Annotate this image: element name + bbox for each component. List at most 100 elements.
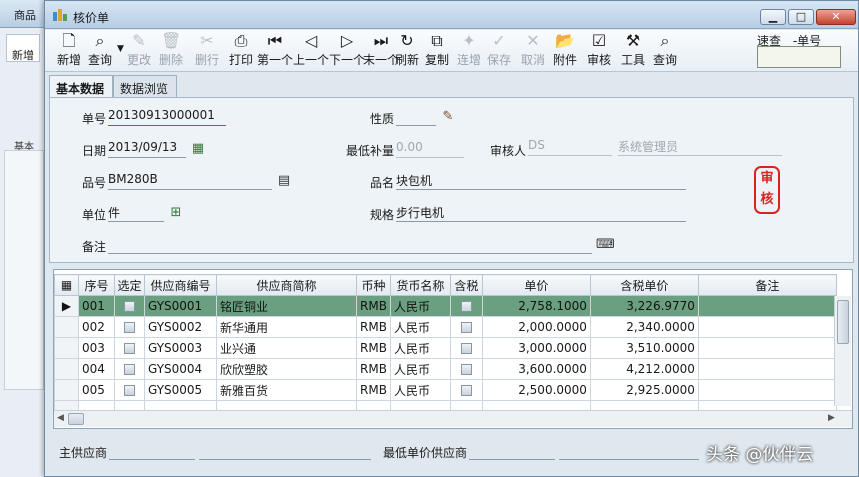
toolbar-button-18[interactable]: ⌕ 查询 bbox=[651, 32, 679, 70]
cell-cur_name[interactable]: 人民币 bbox=[389, 358, 451, 380]
cell-name[interactable]: 铭匠铜业 bbox=[216, 295, 357, 317]
cell-code[interactable]: GYS0001 bbox=[144, 295, 217, 317]
cell-remark[interactable] bbox=[697, 379, 837, 401]
col-supplier-code[interactable]: 供应商编号 bbox=[144, 274, 217, 296]
cell-remark[interactable] bbox=[697, 295, 837, 317]
cell-price[interactable]: 2,000.0000 bbox=[481, 316, 591, 338]
col-currency-name[interactable]: 货币名称 bbox=[389, 274, 451, 296]
cell-cur_name[interactable]: 人民币 bbox=[389, 379, 451, 401]
edit-note-icon[interactable]: ✎ bbox=[440, 109, 456, 125]
background-new-button[interactable]: 新增 bbox=[6, 34, 40, 62]
min-qty-field[interactable]: 0.00 bbox=[396, 140, 464, 158]
item-no-field[interactable]: BM280B bbox=[108, 172, 272, 190]
toolbar-button-14[interactable]: ✕ 取消 bbox=[519, 32, 547, 70]
main-supplier-code-field[interactable] bbox=[109, 442, 195, 460]
cell-seq[interactable]: 002 bbox=[78, 316, 115, 338]
remark-field[interactable] bbox=[108, 236, 592, 254]
order-no-field[interactable]: 20130913000001 bbox=[108, 108, 226, 126]
col-tax-unit-price[interactable]: 含税单价 bbox=[589, 274, 699, 296]
main-supplier-name-field[interactable] bbox=[199, 442, 371, 460]
lookup-icon[interactable]: ▤ bbox=[276, 173, 292, 189]
unit-field[interactable]: 件 bbox=[108, 204, 164, 222]
row-indicator[interactable] bbox=[54, 379, 79, 401]
tab-basic-data[interactable]: 基本数据 bbox=[49, 75, 113, 98]
checkbox[interactable] bbox=[460, 343, 472, 354]
table-row[interactable]: 002 GYS0002 新华通用 RMB 人民币 2,000.0000 2,340.0000 bbox=[54, 316, 837, 338]
cell-tax_price[interactable]: 2,925.0000 bbox=[589, 379, 699, 401]
checkbox[interactable] bbox=[460, 322, 472, 333]
cell-name[interactable]: 欣欣塑胶 bbox=[216, 358, 357, 380]
calendar-icon[interactable]: ▦ bbox=[190, 141, 206, 157]
cell-remark[interactable] bbox=[697, 316, 837, 338]
cell-code[interactable]: GYS0002 bbox=[144, 316, 217, 338]
unit-lookup-icon[interactable]: ⊞ bbox=[168, 205, 184, 221]
toolbar-button-15[interactable]: 📂 附件 bbox=[551, 32, 579, 70]
cell-price[interactable]: 2,758.1000 bbox=[481, 295, 591, 317]
cell-code[interactable]: GYS0004 bbox=[144, 358, 217, 380]
toolbar-button-0[interactable]: 🗋 新增 bbox=[55, 32, 83, 70]
row-indicator[interactable] bbox=[54, 358, 79, 380]
checkbox[interactable] bbox=[460, 301, 472, 312]
query-dropdown-icon[interactable]: ▼ bbox=[117, 44, 124, 54]
horizontal-scroll-thumb[interactable] bbox=[68, 413, 84, 425]
toolbar-button-8[interactable]: ▷ 下一个 bbox=[329, 32, 365, 70]
toolbar-button-11[interactable]: ⧉ 复制 bbox=[423, 32, 451, 70]
horizontal-scrollbar[interactable]: ◀ ▶ bbox=[54, 410, 852, 427]
col-currency[interactable]: 币种 bbox=[356, 274, 391, 296]
row-indicator[interactable]: ▶ bbox=[54, 295, 79, 317]
toolbar-button-2[interactable]: ✎ 更改 bbox=[125, 32, 153, 70]
col-seq[interactable]: 序号 bbox=[78, 274, 115, 296]
select-checkbox-cell[interactable] bbox=[114, 316, 145, 338]
toolbar-button-6[interactable]: ⏮ 第一个 bbox=[257, 32, 293, 70]
quick-search-input[interactable] bbox=[757, 46, 841, 68]
select-checkbox-cell[interactable] bbox=[114, 337, 145, 359]
tax-checkbox-cell[interactable] bbox=[449, 295, 483, 317]
tax-checkbox-cell[interactable] bbox=[449, 358, 483, 380]
toolbar-button-16[interactable]: ☑ 审核 bbox=[585, 32, 613, 70]
toolbar-button-17[interactable]: ⚒ 工具 bbox=[619, 32, 647, 70]
cell-price[interactable]: 3,600.0000 bbox=[481, 358, 591, 380]
cell-seq[interactable]: 003 bbox=[78, 337, 115, 359]
toolbar-button-12[interactable]: ✦ 连增 bbox=[455, 32, 483, 70]
toolbar-button-3[interactable]: 🗑 删除 bbox=[157, 32, 185, 70]
cell-cur_name[interactable]: 人民币 bbox=[389, 337, 451, 359]
cell-price[interactable]: 3,000.0000 bbox=[481, 337, 591, 359]
cell-seq[interactable]: 004 bbox=[78, 358, 115, 380]
scroll-left-arrow-icon[interactable]: ◀ bbox=[57, 413, 64, 423]
cell-remark[interactable] bbox=[697, 358, 837, 380]
checkbox[interactable] bbox=[124, 364, 135, 375]
tax-checkbox-cell[interactable] bbox=[449, 337, 483, 359]
table-row[interactable]: 003 GYS0003 业兴通 RMB 人民币 3,000.0000 3,510.0000 bbox=[54, 337, 837, 359]
cell-code[interactable]: GYS0005 bbox=[144, 379, 217, 401]
cell-name[interactable]: 业兴通 bbox=[216, 337, 357, 359]
checkbox[interactable] bbox=[460, 364, 472, 375]
nature-field[interactable] bbox=[396, 108, 436, 126]
toolbar-button-10[interactable]: ↻ 刷新 bbox=[393, 32, 421, 70]
close-button[interactable]: ✕ bbox=[816, 9, 856, 25]
select-checkbox-cell[interactable] bbox=[114, 295, 145, 317]
cell-seq[interactable]: 001 bbox=[78, 295, 115, 317]
col-supplier-name[interactable]: 供应商简称 bbox=[216, 274, 357, 296]
cell-cur_name[interactable]: 人民币 bbox=[389, 316, 451, 338]
cell-tax_price[interactable]: 3,510.0000 bbox=[589, 337, 699, 359]
cell-tax_price[interactable]: 3,226.9770 bbox=[589, 295, 699, 317]
minimize-button[interactable]: ▁ bbox=[760, 9, 786, 25]
maximize-button[interactable]: □ bbox=[788, 9, 814, 25]
cell-tax_price[interactable]: 4,212.0000 bbox=[589, 358, 699, 380]
toolbar-button-7[interactable]: ◁ 上一个 bbox=[293, 32, 329, 70]
select-checkbox-cell[interactable] bbox=[114, 379, 145, 401]
checkbox[interactable] bbox=[124, 301, 135, 312]
col-select[interactable]: 选定 bbox=[114, 274, 145, 296]
table-row[interactable]: 004 GYS0004 欣欣塑胶 RMB 人民币 3,600.0000 4,212.0000 bbox=[54, 358, 837, 380]
checkbox[interactable] bbox=[124, 343, 135, 354]
vertical-scrollbar[interactable] bbox=[834, 296, 851, 406]
cell-cur[interactable]: RMB bbox=[356, 358, 391, 380]
cell-seq[interactable]: 005 bbox=[78, 379, 115, 401]
vertical-scroll-thumb[interactable] bbox=[837, 300, 849, 344]
toolbar-button-5[interactable]: ⎙ 打印 bbox=[227, 32, 255, 70]
lowest-supplier-name-field[interactable] bbox=[559, 442, 699, 460]
cell-price[interactable]: 2,500.0000 bbox=[481, 379, 591, 401]
cell-code[interactable]: GYS0003 bbox=[144, 337, 217, 359]
cell-cur[interactable]: RMB bbox=[356, 379, 391, 401]
col-unit-price[interactable]: 单价 bbox=[481, 274, 591, 296]
